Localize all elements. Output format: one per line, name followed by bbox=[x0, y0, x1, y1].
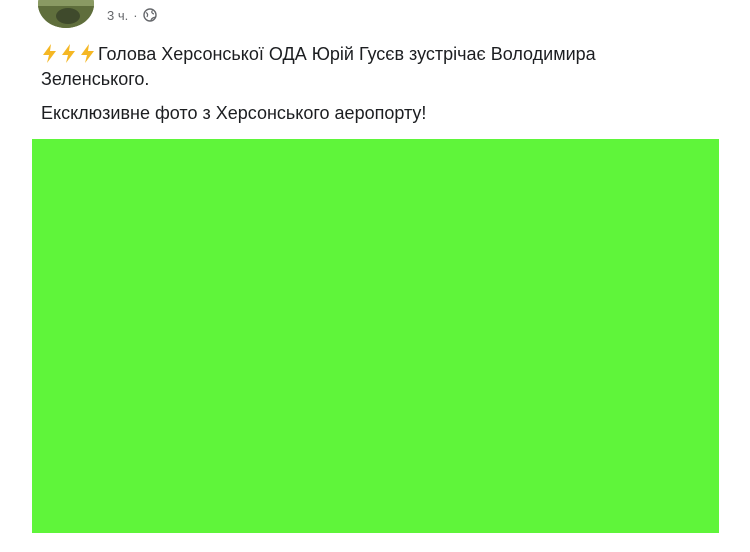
avatar[interactable] bbox=[38, 0, 94, 28]
post-text: Голова Херсонської ОДА Юрій Гусєв зустрі… bbox=[41, 42, 701, 135]
high-voltage-icon bbox=[60, 44, 77, 63]
post-meta: 3 ч. · bbox=[107, 6, 157, 24]
globe-icon[interactable] bbox=[142, 8, 157, 22]
post-caption: Ексклюзивне фото з Херсонського аеропорт… bbox=[41, 103, 427, 123]
post-headline-paragraph: Голова Херсонської ОДА Юрій Гусєв зустрі… bbox=[41, 42, 701, 92]
post-headline: Голова Херсонської ОДА Юрій Гусєв зустрі… bbox=[41, 44, 596, 89]
high-voltage-icon bbox=[41, 44, 58, 63]
high-voltage-icon bbox=[79, 44, 96, 63]
facebook-post: 3 ч. · Голова Херсонської ОДА Юрій Гусєв… bbox=[0, 0, 750, 552]
post-photo[interactable] bbox=[32, 139, 719, 533]
meta-separator: · bbox=[133, 7, 138, 23]
post-timestamp[interactable]: 3 ч. bbox=[107, 8, 128, 23]
